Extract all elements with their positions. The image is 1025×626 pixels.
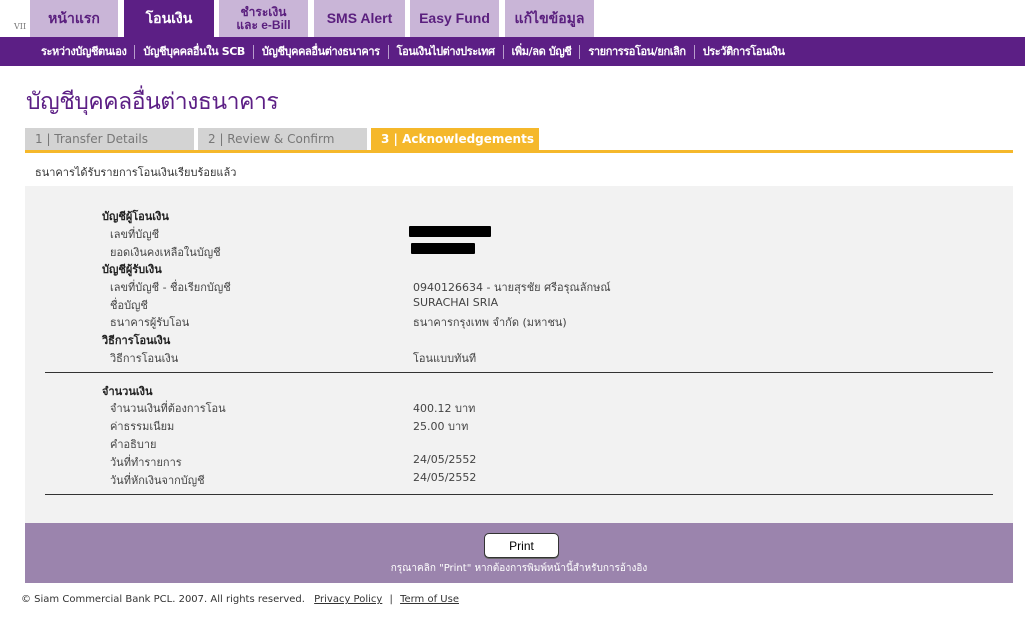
tab-easyfund-label: Easy Fund bbox=[419, 10, 490, 26]
page-title: บัญชีบุคคลอื่นต่างธนาคาร bbox=[26, 88, 279, 114]
version-mark: VII bbox=[14, 22, 27, 31]
success-notice: ธนาคารได้รับรายการโอนเงินเรียบร้อยแล้ว bbox=[35, 166, 237, 179]
step-review-confirm: 2 | Review & Confirm bbox=[198, 128, 367, 150]
tab-home-label: หน้าแรก bbox=[48, 10, 100, 26]
print-hint: กรุณาคลิก "Print" หากต้องการพิมพ์หน้านี้… bbox=[390, 563, 648, 574]
footer: © Siam Commercial Bank PCL. 2007. All ri… bbox=[21, 594, 459, 605]
privacy-policy-link[interactable]: Privacy Policy bbox=[314, 594, 382, 605]
debit-date-value: 24/05/2552 bbox=[413, 471, 477, 484]
copyright-text: © Siam Commercial Bank PCL. 2007. All ri… bbox=[21, 594, 305, 605]
txn-date-label: วันที่ทำรายการ bbox=[110, 456, 182, 469]
method-value: โอนแบบทันที bbox=[413, 352, 477, 365]
subnav-own-accounts[interactable]: ระหว่างบัญชีตนเอง bbox=[33, 44, 136, 59]
top-tab-bar: VII หน้าแรก โอนเงิน ชำระเงิน และ e-Bill S… bbox=[0, 0, 1025, 37]
method-label: วิธีการโอนเงิน bbox=[110, 352, 179, 365]
tab-payment-line1: ชำระเงิน bbox=[240, 4, 287, 19]
from-account-header: บัญชีผู้โอนเงิน bbox=[102, 210, 169, 223]
amount-header: จำนวนเงิน bbox=[102, 385, 153, 398]
amount-label: จำนวนเงินที่ต้องการโอน bbox=[110, 402, 226, 415]
from-account-label: เลขที่บัญชี bbox=[110, 228, 160, 241]
tab-easy-fund[interactable]: Easy Fund bbox=[410, 0, 499, 37]
to-name-value: SURACHAI SRIA bbox=[413, 296, 499, 309]
step-acknowledgements: 3 | Acknowledgements bbox=[371, 128, 539, 150]
footer-separator: | bbox=[389, 594, 393, 605]
subnav-other-scb[interactable]: บัญชีบุคคลอื่นใน SCB bbox=[135, 44, 254, 59]
subnav-pending[interactable]: รายการรอโอน/ยกเลิก bbox=[580, 44, 695, 59]
txn-date-value: 24/05/2552 bbox=[413, 453, 477, 466]
step-transfer-details: 1 | Transfer Details bbox=[25, 128, 194, 150]
print-button[interactable]: Print bbox=[484, 533, 559, 558]
amount-value: 400.12 บาท bbox=[413, 402, 476, 415]
redacted-balance bbox=[411, 243, 475, 254]
tab-edit-profile[interactable]: แก้ไขข้อมูล bbox=[505, 0, 594, 37]
progress-steps: 1 | Transfer Details 2 | Review & Confir… bbox=[25, 128, 1013, 153]
transaction-details-panel: บัญชีผู้โอนเงิน เลขที่บัญชี ยอดเงินคงเหล… bbox=[25, 186, 1013, 523]
tab-payment-label: ชำระเงิน และ e-Bill bbox=[236, 4, 291, 32]
tab-transfer[interactable]: โอนเงิน bbox=[124, 0, 214, 37]
subnav-manage-accounts[interactable]: เพิ่ม/ลด บัญชี bbox=[504, 44, 581, 59]
tab-payment-line2: และ e-Bill bbox=[236, 17, 291, 32]
tab-sms-alert[interactable]: SMS Alert bbox=[314, 0, 405, 37]
tab-edit-label: แก้ไขข้อมูล bbox=[514, 10, 585, 26]
fee-value: 25.00 บาท bbox=[413, 420, 469, 433]
to-bank-value: ธนาคารกรุงเทพ จำกัด (มหาชน) bbox=[413, 316, 567, 329]
divider bbox=[45, 372, 993, 373]
debit-date-label: วันที่หักเงินจากบัญชี bbox=[110, 474, 205, 487]
action-bar: Print กรุณาคลิก "Print" หากต้องการพิมพ์ห… bbox=[25, 523, 1013, 583]
tab-payment-ebill[interactable]: ชำระเงิน และ e-Bill bbox=[219, 0, 308, 37]
subnav-other-bank[interactable]: บัญชีบุคคลอื่นต่างธนาคาร bbox=[254, 44, 389, 59]
to-account-value: 0940126634 - นายสุรชัย ศรีอรุณลักษณ์ bbox=[413, 281, 611, 294]
from-balance-label: ยอดเงินคงเหลือในบัญชี bbox=[110, 246, 221, 259]
divider bbox=[45, 494, 993, 495]
to-account-header: บัญชีผู้รับเงิน bbox=[102, 263, 162, 276]
tab-transfer-label: โอนเงิน bbox=[145, 10, 193, 26]
method-header: วิธีการโอนเงิน bbox=[102, 334, 171, 347]
fee-label: ค่าธรรมเนียม bbox=[110, 420, 175, 433]
subnav-history[interactable]: ประวัติการโอนเงิน bbox=[695, 45, 793, 59]
subnav-international[interactable]: โอนเงินไปต่างประเทศ bbox=[389, 44, 504, 59]
terms-of-use-link[interactable]: Term of Use bbox=[400, 594, 459, 605]
to-account-label: เลขที่บัญชี - ชื่อเรียกบัญชี bbox=[110, 281, 231, 294]
to-name-label: ชื่อบัญชี bbox=[110, 299, 148, 312]
tab-home[interactable]: หน้าแรก bbox=[30, 0, 118, 37]
tab-sms-label: SMS Alert bbox=[326, 10, 393, 26]
description-label: คำอธิบาย bbox=[110, 438, 157, 451]
sub-navigation: ระหว่างบัญชีตนเอง บัญชีบุคคลอื่นใน SCB บ… bbox=[0, 37, 1025, 66]
redacted-account-number bbox=[409, 226, 491, 237]
to-bank-label: ธนาคารผู้รับโอน bbox=[110, 316, 190, 329]
